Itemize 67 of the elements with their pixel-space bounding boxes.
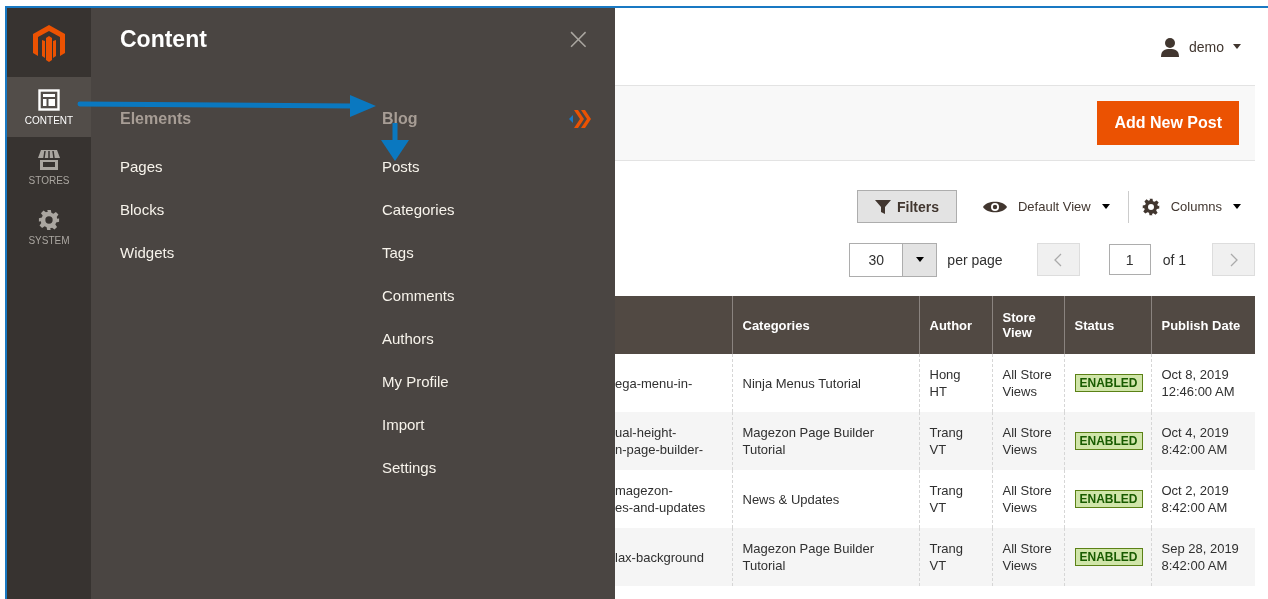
caret-icon bbox=[1101, 204, 1110, 209]
caret-icon bbox=[1233, 204, 1241, 209]
status-badge: ENABLED bbox=[1074, 432, 1143, 450]
column-header[interactable]: Author bbox=[919, 296, 992, 354]
menu-item[interactable]: My Profile bbox=[382, 371, 591, 392]
menu-item[interactable]: Authors bbox=[382, 328, 591, 349]
column-header[interactable]: Store View bbox=[992, 296, 1064, 354]
settings-icon bbox=[38, 208, 60, 231]
menu-item[interactable]: Posts bbox=[382, 156, 591, 177]
table-cell: Oct 4, 2019 8:42:00 AM bbox=[1151, 412, 1255, 470]
logo-icon bbox=[32, 23, 66, 62]
filters-button[interactable]: Filters bbox=[856, 190, 957, 223]
columns-dropdown[interactable]: Columns bbox=[1141, 197, 1241, 216]
user-menu[interactable]: demo bbox=[1159, 36, 1241, 57]
page-number-field[interactable]: 1 bbox=[1108, 244, 1151, 275]
column-header[interactable]: Categories bbox=[732, 296, 919, 354]
caret-icon bbox=[915, 257, 924, 262]
menu-item[interactable]: Categories bbox=[382, 199, 591, 220]
caret-icon bbox=[1233, 44, 1241, 49]
status-badge: ENABLED bbox=[1074, 374, 1143, 392]
sidebar-item[interactable]: STORES bbox=[7, 137, 91, 197]
close-button[interactable]: × bbox=[565, 24, 591, 54]
user-icon bbox=[1159, 36, 1180, 57]
menu-item[interactable]: Settings bbox=[382, 457, 591, 478]
double-chevron-icon bbox=[569, 108, 593, 130]
settings-icon bbox=[1141, 197, 1160, 216]
chevron-right-icon bbox=[1229, 252, 1238, 267]
table-cell-text: es-and-updates bbox=[615, 499, 707, 516]
eye-icon bbox=[982, 199, 1007, 214]
table-cell-text: n-page-builder- bbox=[615, 441, 705, 458]
table-cell-text: lax-background bbox=[615, 548, 705, 566]
menu-item[interactable]: Import bbox=[382, 414, 591, 435]
menu-item[interactable]: Pages bbox=[120, 156, 382, 177]
per-page-select[interactable]: 30 bbox=[849, 242, 938, 277]
add-new-post-button[interactable]: Add New Post bbox=[1097, 101, 1239, 145]
layout-icon bbox=[38, 88, 60, 111]
table-cell: Sep 28, 2019 8:42:00 AM bbox=[1151, 528, 1255, 586]
table-cell-text: ual-height- bbox=[615, 424, 678, 441]
sidebar-item[interactable]: SYSTEM bbox=[7, 197, 91, 257]
menu-group-heading: Elements bbox=[120, 110, 192, 128]
menu-group-heading: Blog bbox=[382, 110, 418, 128]
menu-title: Content bbox=[120, 25, 207, 53]
menu-item[interactable]: Tags bbox=[382, 242, 591, 263]
menu-item[interactable]: Blocks bbox=[120, 199, 382, 220]
table-cell-text: ega-menu-in- bbox=[615, 374, 694, 392]
table-cell: Magezon Page Builder Tutorial bbox=[732, 528, 919, 586]
table-cell: All Store Views bbox=[992, 528, 1064, 586]
sidebar-item[interactable]: CONTENT bbox=[7, 77, 91, 137]
page-count: of 1 bbox=[1162, 251, 1186, 268]
table-cell: All Store Views bbox=[992, 412, 1064, 470]
store-icon bbox=[37, 148, 61, 171]
menu-item[interactable]: Comments bbox=[382, 285, 591, 306]
table-cell: Magezon Page Builder Tutorial bbox=[732, 412, 919, 470]
table-cell: Trang VT bbox=[919, 528, 992, 586]
column-header[interactable]: Publish Date bbox=[1151, 296, 1255, 354]
chevron-left-icon bbox=[1054, 252, 1063, 267]
status-badge: ENABLED bbox=[1074, 548, 1143, 566]
previous-page-button[interactable] bbox=[1036, 243, 1080, 276]
filter-icon bbox=[874, 198, 891, 215]
status-badge: ENABLED bbox=[1074, 490, 1143, 508]
table-cell-text: magezon- bbox=[615, 482, 674, 499]
view-dropdown[interactable]: Default View bbox=[982, 199, 1110, 214]
next-page-button[interactable] bbox=[1212, 243, 1255, 276]
per-page-label: per page bbox=[947, 251, 1003, 268]
column-header[interactable]: Status bbox=[1064, 296, 1151, 354]
table-cell: Trang VT bbox=[919, 412, 992, 470]
menu-item[interactable]: Widgets bbox=[120, 242, 382, 263]
